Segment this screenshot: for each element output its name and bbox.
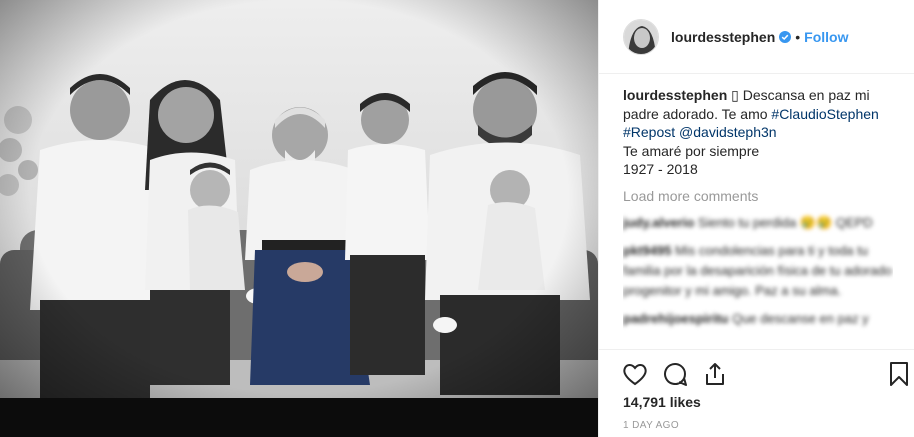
caption-username[interactable]: lourdesstephen [623,87,727,103]
comment-item: padrehijoespiritu Que descanse en paz y [623,309,893,329]
mention-link[interactable]: @davidsteph3n [679,124,777,140]
comment-item: pkt9495 Mis condolencias para ti y toda … [623,241,893,301]
post-side-panel: lourdesstephen • Follow lourdesstephen ▯… [598,0,914,437]
comment-username[interactable]: judy.alverio [623,215,694,230]
instagram-post: lourdesstephen • Follow lourdesstephen ▯… [0,0,914,437]
post-photo[interactable] [0,0,598,437]
post-caption: lourdesstephen ▯ Descansa en paz mi padr… [623,86,893,179]
load-more-comments-button[interactable]: Load more comments [623,187,893,206]
caption-years: 1927 - 2018 [623,161,698,177]
post-username[interactable]: lourdesstephen [671,29,775,45]
verified-badge-icon [779,30,792,43]
comment-username[interactable]: padrehijoespiritu [623,311,728,326]
comment-text: Siento tu perdida 😢😢 QEPD [697,215,873,230]
likes-count[interactable]: 14,791 likes [623,394,701,410]
action-bar [599,349,914,397]
avatar[interactable] [623,18,659,55]
share-icon[interactable] [701,360,729,388]
hashtag-link[interactable]: #Repost [623,124,675,140]
bookmark-icon[interactable] [885,360,913,388]
caption-symbol: ▯ [731,87,739,103]
comments-area: lourdesstephen ▯ Descansa en paz mi padr… [623,86,893,348]
post-header: lourdesstephen • Follow [599,0,914,74]
avatar-image [624,19,658,54]
hashtag-link[interactable]: #ClaudioStephen [771,106,878,122]
comment-icon[interactable] [661,360,689,388]
caption-line: Te amaré por siempre [623,142,760,159]
separator-dot: • [795,28,801,45]
follow-button[interactable]: Follow [804,29,848,45]
comment-text: Que descanse en paz y [732,311,869,326]
comment-username[interactable]: pkt9495 [623,243,671,258]
family-photo-illustration [0,0,598,437]
heart-icon[interactable] [621,360,649,388]
comment-item: judy.alverio Siento tu perdida 😢😢 QEPD [623,213,893,233]
post-timestamp[interactable]: 1 DAY AGO [623,420,679,431]
